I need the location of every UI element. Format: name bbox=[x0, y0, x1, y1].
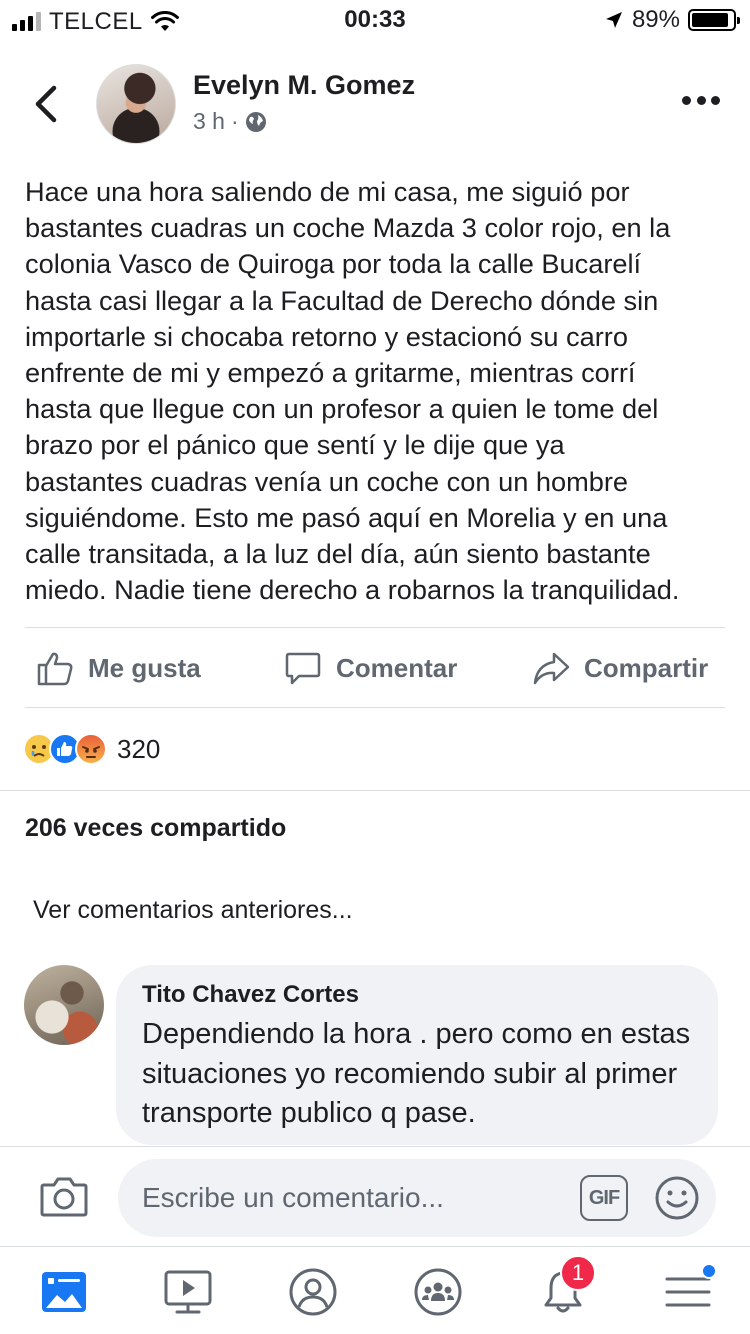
commenter-name[interactable]: Tito Chavez Cortes bbox=[142, 981, 692, 1009]
comment-label: Comentar bbox=[336, 652, 458, 683]
post-text: Hace una hora saliendo de mi casa, me si… bbox=[25, 176, 680, 606]
share-button[interactable]: Compartir bbox=[532, 630, 708, 706]
status-right: 89% bbox=[604, 6, 740, 34]
bottom-nav: 1 bbox=[0, 1246, 750, 1334]
meta-separator: · bbox=[230, 108, 239, 134]
status-bar: TELCEL 00:33 89% bbox=[0, 0, 750, 40]
battery-fill bbox=[692, 13, 728, 27]
author-name[interactable]: Evelyn M. Gomez bbox=[193, 70, 415, 101]
author-avatar[interactable] bbox=[96, 64, 176, 144]
like-label: Me gusta bbox=[88, 652, 201, 683]
watch-video-icon[interactable] bbox=[163, 1267, 213, 1317]
notifications-button[interactable]: 1 bbox=[538, 1255, 596, 1317]
comment-composer: GIF bbox=[0, 1146, 750, 1246]
shares-count[interactable]: 206 veces compartido bbox=[25, 814, 286, 843]
camera-icon[interactable] bbox=[40, 1175, 88, 1217]
post-time[interactable]: 3 h bbox=[193, 108, 225, 135]
share-label: Compartir bbox=[584, 652, 709, 683]
divider bbox=[0, 790, 750, 791]
back-arrow-icon[interactable] bbox=[30, 84, 64, 124]
reaction-count: 320 bbox=[117, 733, 161, 764]
post-meta: 3 h · bbox=[193, 108, 267, 135]
thumbs-up-icon bbox=[37, 652, 73, 686]
groups-icon[interactable] bbox=[413, 1267, 463, 1317]
menu-button[interactable] bbox=[663, 1263, 717, 1317]
share-arrow-icon bbox=[533, 652, 570, 685]
post-actions: Me gusta Comentar Compartir bbox=[0, 630, 750, 706]
view-previous-comments-link[interactable]: Ver comentarios anteriores... bbox=[33, 896, 353, 925]
news-feed-icon[interactable] bbox=[39, 1267, 89, 1317]
comment-bubble-icon bbox=[285, 652, 321, 685]
comment-bubble: Tito Chavez Cortes Dependiendo la hora .… bbox=[116, 965, 718, 1145]
battery-percent: 89% bbox=[631, 6, 680, 33]
emoji-icon[interactable] bbox=[654, 1175, 700, 1221]
reactions-summary[interactable]: 320 bbox=[23, 730, 160, 768]
battery-icon bbox=[688, 9, 740, 31]
more-options-icon[interactable] bbox=[682, 96, 720, 108]
comment-text: Dependiendo la hora . pero como en estas… bbox=[142, 1018, 691, 1129]
globe-icon bbox=[245, 111, 266, 132]
notification-badge: 1 bbox=[560, 1255, 596, 1291]
comment-button[interactable]: Comentar bbox=[284, 630, 457, 706]
location-arrow-icon bbox=[605, 12, 622, 28]
like-button[interactable]: Me gusta bbox=[36, 630, 201, 706]
gif-button[interactable]: GIF bbox=[580, 1175, 628, 1221]
angry-reaction-icon bbox=[75, 733, 107, 765]
post-header: Evelyn M. Gomez 3 h · bbox=[0, 62, 750, 148]
divider bbox=[25, 707, 725, 708]
divider bbox=[25, 627, 725, 628]
profile-icon[interactable] bbox=[288, 1267, 338, 1317]
commenter-avatar[interactable] bbox=[24, 965, 104, 1045]
menu-indicator-dot bbox=[701, 1263, 717, 1279]
